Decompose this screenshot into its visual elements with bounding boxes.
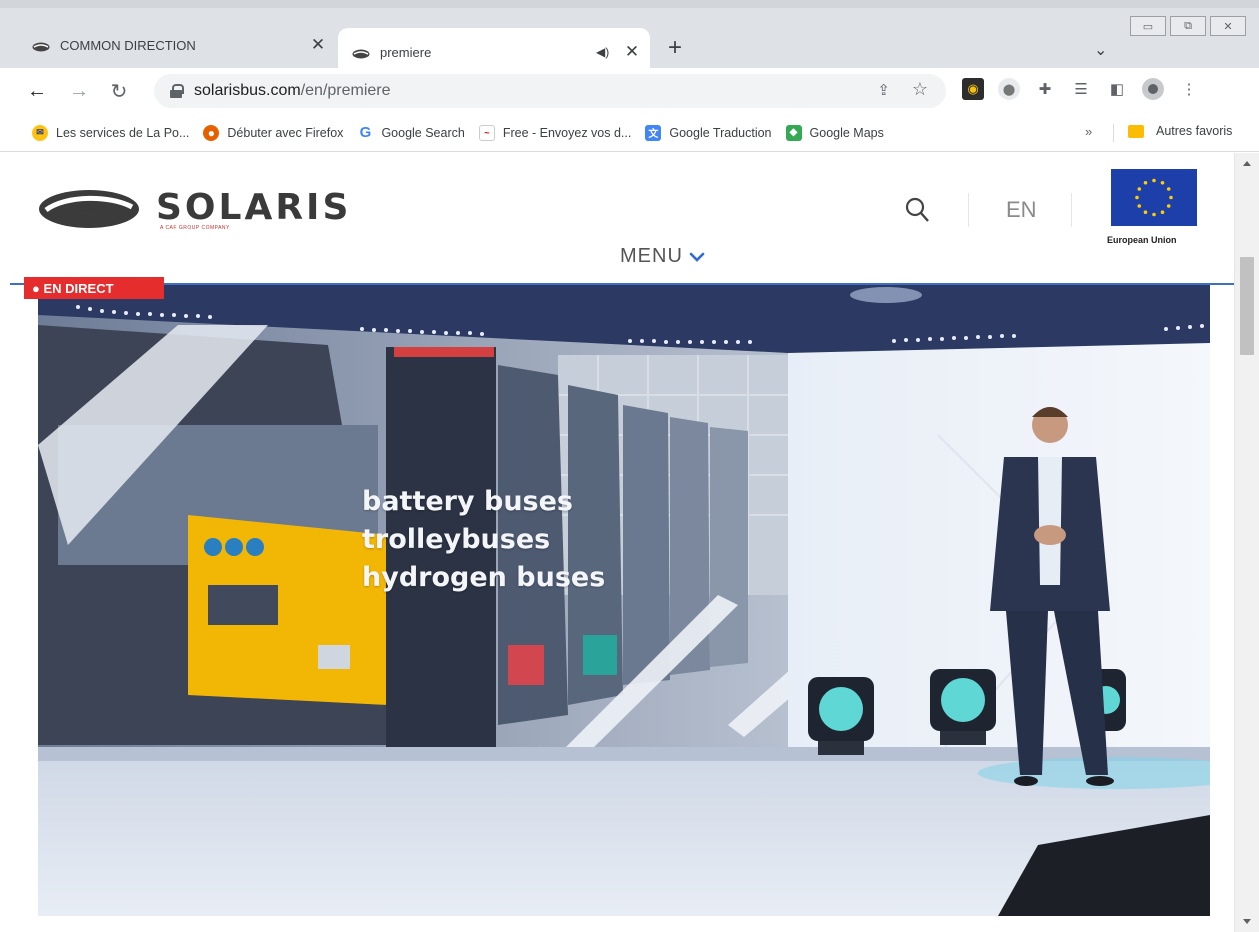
- solaris-logo-text[interactable]: SOLARIS: [156, 187, 351, 228]
- eu-label: European Union: [1107, 235, 1177, 245]
- page-scrollbar[interactable]: [1234, 153, 1259, 932]
- side-panel-icon[interactable]: ◧: [1106, 78, 1128, 100]
- reload-icon[interactable]: ↻: [104, 79, 134, 104]
- bookmark-label: Google Search: [381, 125, 465, 140]
- bookmark-label: Free - Envoyez vos d...: [502, 125, 632, 140]
- bookmarks-divider: [1113, 124, 1114, 142]
- tab-close-icon[interactable]: ✕: [622, 42, 642, 62]
- header-divider: [1071, 193, 1072, 227]
- share-icon[interactable]: ⇪: [877, 81, 890, 99]
- audio-playing-icon[interactable]: ◀): [596, 45, 614, 59]
- address-bar[interactable]: solarisbus.com/en/premiere ⇪ ☆: [154, 74, 946, 108]
- bookmark-label: Les services de La Po...: [56, 125, 190, 140]
- google-icon: G: [359, 124, 372, 141]
- solaris-logo-icon[interactable]: [38, 189, 140, 229]
- google-translate-icon: 文: [645, 124, 662, 141]
- back-arrow-icon[interactable]: ←: [22, 80, 52, 103]
- other-bookmarks-label: Autres favoris: [1156, 124, 1233, 138]
- tab-common-direction[interactable]: COMMON DIRECTION ✕: [32, 22, 328, 68]
- bookmarks-bar: ✉ Les services de La Po... ● Débuter ave…: [0, 114, 1259, 152]
- search-icon[interactable]: [905, 197, 929, 223]
- tab-title: COMMON DIRECTION: [60, 37, 196, 53]
- tab-search-chevron-icon[interactable]: ⌄: [1094, 40, 1107, 60]
- eu-star: [1169, 195, 1173, 200]
- bookmark-star-icon[interactable]: ☆: [912, 79, 928, 100]
- folder-icon: [1128, 124, 1144, 138]
- bookmarks-overflow-button[interactable]: »: [1085, 124, 1092, 139]
- video-frame: [38, 285, 1210, 916]
- window-bottom-edge: [0, 920, 1234, 932]
- free-icon: ~: [478, 124, 495, 141]
- eu-flag-icon: [1111, 169, 1197, 226]
- hero-tagline: battery buses trolleybuses hydrogen buse…: [362, 483, 605, 597]
- bookmark-label: Débuter avec Firefox: [227, 125, 344, 140]
- language-switcher[interactable]: EN: [1006, 197, 1037, 223]
- extensions-puzzle-icon[interactable]: ✚: [1034, 78, 1056, 100]
- eu-star: [1135, 195, 1139, 200]
- hero-line: battery buses: [362, 486, 573, 517]
- url-text[interactable]: solarisbus.com/en/premiere: [194, 82, 391, 100]
- eu-star: [1143, 210, 1148, 215]
- bookmark-firefox[interactable]: ● Débuter avec Firefox: [203, 124, 344, 141]
- chevron-down-icon: [689, 252, 705, 262]
- kebab-menu-icon[interactable]: ⋮: [1178, 78, 1200, 100]
- bookmark-google-search[interactable]: G Google Search: [357, 124, 465, 141]
- site-header: SOLARIS A CAF GROUP COMPANY EN European …: [10, 153, 1234, 285]
- video-player[interactable]: battery buses trolleybuses hydrogen buse…: [38, 285, 1210, 916]
- window-controls: ▭ ⧉ ✕: [1130, 16, 1246, 36]
- bookmark-la-poste[interactable]: ✉ Les services de La Po...: [32, 124, 190, 141]
- bookmark-google-traduction[interactable]: 文 Google Traduction: [645, 124, 772, 141]
- privacy-extension-icon[interactable]: ⬤: [998, 78, 1020, 100]
- bookmark-free[interactable]: ~ Free - Envoyez vos d...: [478, 124, 632, 141]
- new-tab-button[interactable]: +: [668, 36, 682, 60]
- profile-avatar-icon[interactable]: [1142, 78, 1164, 100]
- browser-toolbar: ← → ↻ solarisbus.com/en/premiere ⇪ ☆ ◉ ⬤…: [0, 68, 1259, 114]
- eu-star: [1137, 204, 1142, 208]
- menu-label: MENU: [620, 245, 683, 267]
- live-badge: ● EN DIRECT: [24, 277, 164, 299]
- eu-star: [1160, 180, 1165, 185]
- solaris-favicon-icon: [352, 47, 370, 59]
- eu-star: [1166, 187, 1171, 191]
- eu-star: [1152, 178, 1156, 183]
- tab-close-icon[interactable]: ✕: [308, 35, 328, 55]
- hero-line: hydrogen buses: [362, 562, 606, 593]
- page-viewport: SOLARIS A CAF GROUP COMPANY EN European …: [10, 153, 1234, 920]
- eu-star: [1143, 180, 1148, 185]
- maximize-button[interactable]: ⧉: [1170, 16, 1206, 36]
- reading-list-icon[interactable]: ☰: [1070, 78, 1092, 100]
- url-path: /en/premiere: [300, 82, 391, 99]
- lock-icon[interactable]: [170, 84, 184, 98]
- eu-star: [1137, 187, 1142, 191]
- eu-star: [1152, 212, 1156, 217]
- scrollbar-thumb[interactable]: [1240, 257, 1254, 355]
- header-divider: [968, 193, 969, 227]
- close-window-button[interactable]: ✕: [1210, 16, 1246, 36]
- scroll-down-arrow-icon[interactable]: [1243, 919, 1251, 924]
- google-maps-icon: ◆: [785, 124, 802, 141]
- forward-arrow-icon[interactable]: →: [64, 80, 94, 103]
- bookmark-label: Google Traduction: [669, 125, 772, 140]
- la-poste-icon: ✉: [32, 124, 48, 141]
- eu-star: [1160, 210, 1165, 215]
- bookmark-google-maps[interactable]: ◆ Google Maps: [785, 124, 884, 141]
- norton-extension-icon[interactable]: ◉: [962, 78, 984, 100]
- tab-strip: COMMON DIRECTION ✕ premiere ◀) ✕ + ⌄ ▭ ⧉…: [0, 0, 1259, 76]
- menu-toggle[interactable]: MENU: [620, 245, 705, 268]
- solaris-favicon-icon: [32, 40, 50, 52]
- minimize-button[interactable]: ▭: [1130, 16, 1166, 36]
- browser-window: COMMON DIRECTION ✕ premiere ◀) ✕ + ⌄ ▭ ⧉…: [0, 0, 1259, 932]
- url-domain: solarisbus.com: [194, 82, 301, 99]
- bookmark-label: Google Maps: [809, 125, 884, 140]
- hero-line: trolleybuses: [362, 524, 551, 555]
- firefox-icon: ●: [203, 124, 220, 141]
- logo-subtitle: A CAF GROUP COMPANY: [160, 225, 230, 231]
- other-bookmarks-folder[interactable]: Autres favoris: [1128, 124, 1232, 138]
- tab-title: premiere: [380, 44, 432, 60]
- scroll-up-arrow-icon[interactable]: [1243, 161, 1251, 166]
- eu-star: [1166, 204, 1171, 208]
- extensions-area: ◉ ⬤ ✚ ☰ ◧ ⋮: [962, 78, 1214, 100]
